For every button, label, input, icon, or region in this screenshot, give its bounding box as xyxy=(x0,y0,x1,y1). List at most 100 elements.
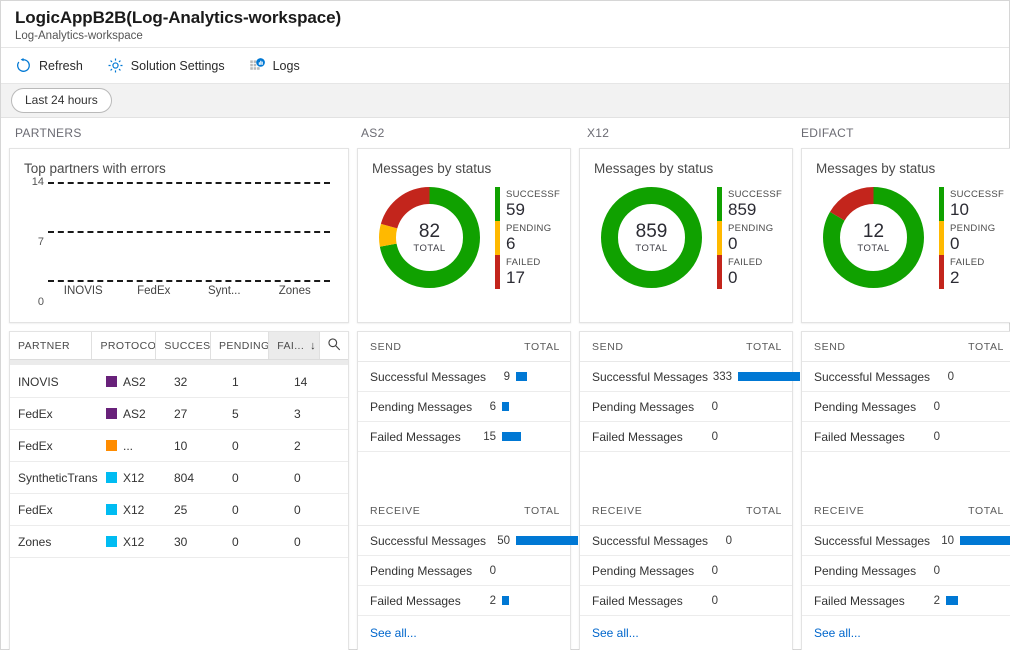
send-row[interactable]: Successful Messages 0 xyxy=(802,362,1010,392)
cell-failed: 3 xyxy=(294,406,301,421)
column-header-pending[interactable]: PENDING xyxy=(211,332,270,359)
column-header-success[interactable]: SUCCESS xyxy=(156,332,211,359)
partner-table-header: PARTNER PROTOCOL SUCCESS PENDING FAI... … xyxy=(10,332,348,360)
bar-group[interactable] xyxy=(189,182,260,280)
x12-messages-by-status-tile[interactable]: Messages by status859TOTALSUCCESSFUL859P… xyxy=(579,148,793,323)
send-row[interactable]: Failed Messages 0 xyxy=(580,422,792,452)
row-label: Failed Messages xyxy=(592,593,683,608)
row-value: 10 xyxy=(941,534,955,547)
cell-partner: FedEx xyxy=(18,438,53,453)
receive-row[interactable]: Pending Messages 0 xyxy=(358,556,570,586)
y-tick-7: 7 xyxy=(37,236,44,248)
legend-value: 0 xyxy=(728,267,738,287)
receive-row[interactable]: Pending Messages 0 xyxy=(802,556,1010,586)
receive-row[interactable]: Failed Messages 2 xyxy=(358,586,570,616)
legend-label: SUCCESSFUL xyxy=(506,188,560,200)
table-row[interactable]: FedEx AS2 27 5 3 xyxy=(10,398,348,430)
row-label: Pending Messages xyxy=(814,399,917,414)
row-value: 0 xyxy=(711,430,718,443)
legend-item: PENDING 0 xyxy=(717,220,782,255)
donut-row: 12TOTALSUCCESSFUL.10PENDING0FAILED2 xyxy=(816,180,1004,295)
bar-group[interactable] xyxy=(48,182,119,280)
row-value: 15 xyxy=(483,430,496,443)
edifact-messages-by-status-tile[interactable]: Messages by status12TOTALSUCCESSFUL.10PE… xyxy=(801,148,1010,323)
cell-pending: 1 xyxy=(232,374,239,389)
barchart-y-axis: 14 7 0 xyxy=(24,176,46,308)
receive-row[interactable]: Failed Messages 2 xyxy=(802,586,1010,616)
table-row[interactable]: INOVIS AS2 32 1 14 xyxy=(10,366,348,398)
column-header-partner[interactable]: PARTNER xyxy=(10,332,93,359)
table-row[interactable]: Zones X12 30 0 0 xyxy=(10,526,348,558)
y-tick-0: 0 xyxy=(37,296,44,308)
legend-item: SUCCESSFUL.10 xyxy=(939,186,1004,221)
protocol-label: X12 xyxy=(123,502,145,517)
legend-item: PENDING 0 xyxy=(939,220,1004,255)
row-value: 0 xyxy=(711,400,719,413)
send-row[interactable]: Failed Messages 0 xyxy=(802,422,1010,452)
bar-group[interactable] xyxy=(119,182,190,280)
refresh-button[interactable]: Refresh xyxy=(13,55,85,76)
y-tick-14: 14 xyxy=(31,176,44,188)
row-label: Successful Messages xyxy=(814,369,931,384)
bar-group[interactable] xyxy=(260,182,331,280)
partners-column: Top partners with errors 14 7 0 INOVIS Fe… xyxy=(9,148,349,650)
donut-holder: 12 TOTAL xyxy=(816,180,931,295)
protocol-label: ... xyxy=(123,438,134,453)
legend-value: 6 xyxy=(506,233,516,253)
sort-descending-icon: ↓ xyxy=(310,339,317,352)
as2-messages-by-status-tile[interactable]: Messages by status82TOTALSUCCESSFUL59PEN… xyxy=(357,148,571,323)
receive-row[interactable]: Successful Messages 10 xyxy=(802,526,1010,556)
row-value: 0 xyxy=(933,430,940,443)
receive-row[interactable]: Pending Messages 0 xyxy=(580,556,792,586)
legend-color-bar xyxy=(717,254,722,289)
table-row[interactable]: FedEx X12 25 0 0 xyxy=(10,494,348,526)
row-bar xyxy=(960,536,1010,545)
row-label: Failed Messages xyxy=(370,429,461,444)
receive-row[interactable]: Successful Messages 50 xyxy=(358,526,579,556)
page-title: LogicAppB2B(Log-Analytics-workspace) xyxy=(15,8,342,27)
refresh-icon xyxy=(15,57,32,74)
row-value: 0 xyxy=(947,370,955,383)
legend-value: 859 xyxy=(728,199,757,219)
row-bar xyxy=(946,596,958,605)
see-all-link[interactable]: See all... xyxy=(358,616,570,650)
time-range-filter[interactable]: Last 24 hours xyxy=(11,88,112,113)
send-row[interactable]: Pending Messages 0 xyxy=(802,392,1010,422)
column-header-failed[interactable]: FAI... ↓ xyxy=(269,332,321,359)
x12-message-counts-tile: SEND TOTAL Successful Messages 333 Pending M… xyxy=(579,331,801,650)
row-label: Failed Messages xyxy=(592,429,683,444)
row-label: Pending Messages xyxy=(370,563,473,578)
row-meter: 0 xyxy=(916,401,1008,413)
legend-value: 17 xyxy=(506,267,525,287)
legend-label: FAILED xyxy=(506,256,541,268)
receive-row[interactable]: Failed Messages 0 xyxy=(580,586,792,616)
row-meter: 10 xyxy=(930,535,1010,547)
see-all-link[interactable]: See all... xyxy=(802,616,1010,650)
protocol-color-swatch xyxy=(106,504,117,515)
row-meter: 2 xyxy=(472,595,564,607)
send-row[interactable]: Pending Messages 0 xyxy=(580,392,792,422)
row-value: 0 xyxy=(933,564,941,577)
protocol-color-swatch xyxy=(106,440,117,451)
receive-section-header: RECEIVE TOTAL xyxy=(580,496,792,526)
table-row[interactable]: FedEx... 10 0 2 xyxy=(10,430,348,462)
send-row[interactable]: Failed Messages 15 xyxy=(358,422,570,452)
receive-total-header: TOTAL xyxy=(746,504,782,517)
page-header: LogicAppB2B(Log-Analytics-workspace) Log… xyxy=(1,1,1009,48)
send-row[interactable]: Successful Messages 333 xyxy=(580,362,801,392)
donut-title: Messages by status xyxy=(594,161,714,176)
logs-button[interactable]: Logs xyxy=(247,55,302,76)
receive-row[interactable]: Successful Messages 0 xyxy=(580,526,792,556)
table-search-button[interactable] xyxy=(320,332,348,359)
legend-color-bar xyxy=(495,186,500,221)
send-row[interactable]: Successful Messages 9 xyxy=(358,362,570,392)
top-partners-with-errors-tile[interactable]: Top partners with errors 14 7 0 INOVIS Fe… xyxy=(9,148,349,323)
column-header-protocol[interactable]: PROTOCOL xyxy=(92,332,157,359)
send-row[interactable]: Pending Messages 6 xyxy=(358,392,570,422)
refresh-label: Refresh xyxy=(39,58,83,73)
see-all-link[interactable]: See all... xyxy=(580,616,792,650)
cell-partner: INOVIS xyxy=(18,374,59,389)
table-row[interactable]: SyntheticTrans X12 804 0 0 xyxy=(10,462,348,494)
legend-value: 59 xyxy=(506,199,525,219)
solution-settings-button[interactable]: Solution Settings xyxy=(105,55,227,76)
